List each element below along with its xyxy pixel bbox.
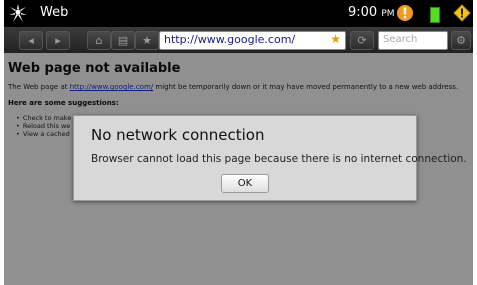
search-placeholder: Search bbox=[383, 34, 418, 45]
settings-button[interactable]: ⚙ bbox=[451, 31, 471, 50]
home-icon: ⌂ bbox=[95, 34, 103, 47]
search-box[interactable]: Search bbox=[378, 31, 448, 50]
refresh-icon: ⟳ bbox=[357, 34, 367, 47]
windows-icon: ▤ bbox=[117, 34, 129, 47]
dialog-title: No network connection bbox=[91, 126, 265, 144]
dialog-message: Browser cannot load this page because th… bbox=[91, 153, 467, 165]
windows-button[interactable]: ▤ bbox=[111, 31, 135, 50]
forward-button[interactable]: ▸ bbox=[46, 31, 70, 50]
refresh-button[interactable]: ⟳ bbox=[350, 31, 374, 50]
gear-icon: ⚙ bbox=[456, 34, 466, 47]
url-text[interactable]: http://www.google.com/ bbox=[164, 33, 295, 46]
forward-arrow-icon: ▸ bbox=[55, 34, 61, 47]
status-bar: Web 9:00 PM bbox=[4, 0, 473, 27]
tablet-screen: Web 9:00 PM ◂ ▸ ⌂ ▤ ★ http://www.google.… bbox=[4, 0, 473, 285]
notification-alert-icon[interactable] bbox=[396, 4, 414, 22]
no-network-dialog: No network connection Browser cannot loa… bbox=[73, 115, 467, 201]
bookmark-star-icon: ★ bbox=[142, 34, 152, 47]
back-button[interactable]: ◂ bbox=[19, 31, 43, 50]
app-logo-icon bbox=[9, 4, 27, 22]
back-arrow-icon: ◂ bbox=[28, 34, 34, 47]
clock: 9:00 PM bbox=[348, 5, 395, 20]
add-bookmark-star-icon[interactable]: ★ bbox=[330, 32, 341, 46]
home-button[interactable]: ⌂ bbox=[87, 31, 111, 50]
bookmarks-button[interactable]: ★ bbox=[135, 31, 159, 50]
clock-time: 9:00 bbox=[348, 5, 378, 20]
browser-toolbar: ◂ ▸ ⌂ ▤ ★ http://www.google.com/ ★ ⟳ Sea… bbox=[4, 27, 473, 53]
app-name: Web bbox=[40, 5, 69, 20]
ok-button[interactable]: OK bbox=[221, 174, 269, 193]
url-bar[interactable]: http://www.google.com/ ★ bbox=[159, 31, 346, 50]
warning-diamond-icon[interactable] bbox=[453, 4, 471, 22]
clock-ampm: PM bbox=[381, 9, 395, 19]
battery-icon bbox=[430, 7, 440, 23]
